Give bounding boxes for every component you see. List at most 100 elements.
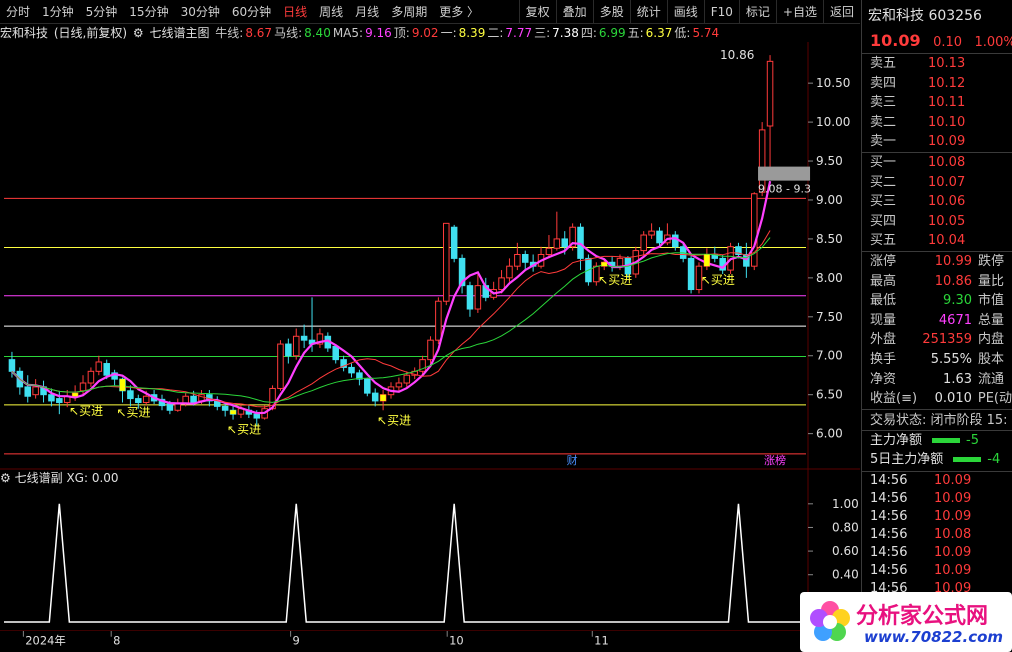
tick-time: 14:56 — [870, 472, 908, 488]
period-tab-0[interactable]: 分时 — [0, 0, 36, 24]
period-tab-5[interactable]: 60分钟 — [226, 0, 277, 24]
info-key-3: 顶: — [393, 26, 410, 40]
asks-label: 卖一 — [870, 134, 897, 150]
stat-row-3: 现量 4671 总量 — [862, 311, 1012, 331]
info-stock-name: 宏和科技 — [0, 26, 49, 40]
buy-signal-label-0: ↖买进 — [69, 404, 103, 418]
info-indicator-name[interactable]: 七线谱主图 — [149, 26, 209, 40]
tool-button-1[interactable]: 叠加 — [555, 0, 593, 24]
event-marker-0[interactable]: 财 — [567, 453, 578, 467]
info-key-8: 五: — [627, 26, 644, 40]
tool-button-0[interactable]: 复权 — [518, 0, 556, 24]
flow-row-0: 主力净额 -5 — [862, 431, 1012, 450]
tool-button-4[interactable]: 画线 — [666, 0, 704, 24]
candle-body-49 — [395, 382, 403, 388]
tick-price: 10.09 — [934, 490, 972, 506]
buy-candle-highlight-1 — [119, 379, 126, 391]
high-price-label: 10.86 — [720, 48, 754, 62]
info-key-2: MA5: — [332, 26, 364, 40]
period-tab-6[interactable]: 日线 — [277, 0, 313, 24]
bid-book: 买一 10.08 买二 10.07 买三 10.06 买四 10.05 买五 10.04 — [862, 153, 1012, 251]
candle-body-50 — [403, 374, 411, 384]
event-marker-1[interactable]: 涨榜 — [764, 453, 786, 467]
y-tick-label-3: 9.00 — [816, 193, 843, 207]
flow-label: 5日主力净额 — [870, 451, 944, 467]
range-box — [758, 166, 811, 181]
buy-candle-highlight-4 — [601, 262, 607, 267]
stat-label: 最低 — [870, 293, 897, 309]
stat-row-6: 净资 1.63 流通 — [862, 370, 1012, 390]
period-tab-10[interactable]: 更多 〉 — [433, 0, 485, 24]
candle-body-43 — [348, 366, 355, 374]
period-tab-1[interactable]: 1分钟 — [36, 0, 80, 24]
candle-body-9 — [79, 382, 87, 392]
stat-label-2: PE(动 — [977, 391, 1012, 407]
buy-signal-label-3: ↖买进 — [377, 413, 411, 427]
asks-price: 10.10 — [928, 114, 966, 130]
candle-body-69 — [553, 238, 561, 249]
tool-button-7[interactable]: +自选 — [775, 0, 823, 24]
bids-row-1: 买二 10.07 — [862, 173, 1012, 193]
candle-body-11 — [95, 361, 103, 372]
candle-body-17 — [142, 395, 150, 403]
watermark-title: 分析家公式网 — [856, 604, 989, 629]
period-tab-8[interactable]: 月线 — [349, 0, 385, 24]
bids-label: 买二 — [870, 174, 897, 190]
candle-body-23 — [190, 395, 197, 403]
candle-body-2 — [24, 386, 32, 397]
stock-title: 宏和科技 603256 — [862, 0, 1012, 28]
y-tick-label-9: 6.00 — [816, 427, 843, 441]
tick-price: 10.09 — [934, 562, 972, 578]
asks-price: 10.09 — [928, 134, 966, 150]
asks-row-2: 卖三 10.11 — [862, 93, 1012, 113]
sub-y-tick-label-1: 0.80 — [832, 520, 859, 534]
period-tab-4[interactable]: 30分钟 — [175, 0, 226, 24]
price-change-pct: 1.00% — [974, 35, 1012, 50]
candle-body-16 — [135, 398, 142, 403]
time-axis: 2024年 8 9 10 11 — [0, 630, 860, 647]
bids-label: 买四 — [870, 213, 897, 229]
settings-gear-icon[interactable]: ⚙ — [133, 26, 144, 40]
stat-label: 净资 — [870, 371, 897, 387]
candle-body-12 — [103, 363, 110, 376]
sub-indicator-chart[interactable]: 1.000.800.600.400.20 — [0, 470, 860, 630]
sub-indicator-name[interactable]: 七线谱副 — [15, 471, 63, 485]
x-tick-label-4: 11 — [594, 633, 609, 647]
period-tab-7[interactable]: 周线 — [313, 0, 349, 24]
tool-button-3[interactable]: 统计 — [629, 0, 667, 24]
candle-body-31 — [253, 413, 261, 419]
tool-buttons: 复权 叠加 多股 统计 画线 F10 标记 +自选 返回 — [518, 0, 860, 24]
info-value-3: 9.02 — [411, 26, 439, 40]
stat-value: 251359 — [922, 332, 972, 348]
stat-row-0: 涨停 10.99 跌停 — [862, 252, 1012, 272]
info-values: 牛线: 8.67 马线: 8.40 MA5: 9.16 顶: 9.02 一: 8.39 二: 7.77… — [215, 26, 721, 40]
bids-row-0: 买一 10.08 — [862, 153, 1012, 173]
tool-button-8[interactable]: 返回 — [822, 0, 860, 24]
watermark-url: www.70822.com — [864, 628, 1004, 646]
period-tab-2[interactable]: 5分钟 — [80, 0, 124, 24]
asks-row-1: 卖四 10.12 — [862, 74, 1012, 94]
tool-button-5[interactable]: F10 — [703, 0, 739, 24]
period-tab-3[interactable]: 15分钟 — [123, 0, 174, 24]
stat-value: 1.63 — [943, 371, 972, 387]
stat-label: 最高 — [870, 273, 897, 289]
period-tab-9[interactable]: 多周期 — [385, 0, 433, 24]
indicator-info-line: 宏和科技 (日线,前复权) ⚙ 七线谱主图 牛线: 8.67 马线: 8.40 MA5:… — [0, 24, 860, 42]
asks-label: 卖二 — [870, 114, 897, 130]
main-kline-chart[interactable]: 10.50 10.00 9.50 9.00 8.50 8.00 7.50 7.00 6.50 6.… — [0, 42, 860, 470]
tool-button-6[interactable]: 标记 — [738, 0, 776, 24]
ask-book: 卖五 10.13 卖四 10.12 卖三 10.11 卖二 10.10 卖一 10.09 — [862, 54, 1012, 152]
capital-flows: 主力净额 -5 5日主力净额 -4 — [862, 431, 1012, 469]
stat-value: 10.86 — [934, 273, 972, 289]
tool-button-2[interactable]: 多股 — [592, 0, 630, 24]
y-tick-label-7: 7.00 — [816, 349, 843, 363]
stat-label-2: 市值 — [978, 293, 1005, 309]
candle-body-80 — [640, 234, 647, 252]
tick-time: 14:56 — [870, 562, 908, 578]
y-tick-label-5: 8.00 — [816, 271, 843, 285]
info-key-6: 三: — [534, 26, 551, 40]
stat-label: 外盘 — [870, 332, 897, 348]
sub-gear-icon[interactable]: ⚙ — [0, 471, 11, 485]
quote-panel: 宏和科技 603256 10.09 0.10 1.00% 卖五 10.13 卖四 10… — [861, 0, 1012, 652]
tick-row-4: 14:56 10.09 — [862, 544, 1012, 562]
